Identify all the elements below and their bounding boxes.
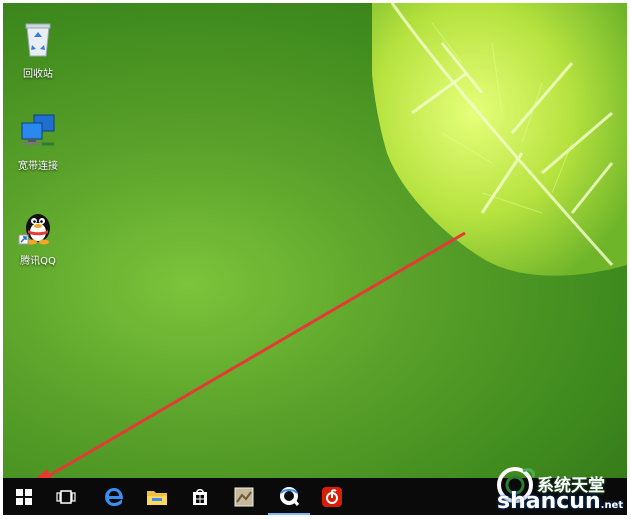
folder-icon xyxy=(147,490,167,505)
watermark: 系统天堂 shancun.net xyxy=(493,465,625,514)
qq-label: 腾讯QQ xyxy=(20,256,56,267)
edge-icon xyxy=(105,487,123,506)
store-bag-icon xyxy=(193,488,207,505)
recycle-bin-icon xyxy=(25,23,51,57)
broadband-label: 宽带连接 xyxy=(18,161,58,172)
qq-penguin-icon xyxy=(18,214,50,245)
desktop: 回收站 宽带连接 腾讯QQ 系统天堂 shancun.net xyxy=(3,3,627,515)
qq-browser-icon xyxy=(280,486,300,506)
edge-button[interactable] xyxy=(93,478,135,515)
task-view-icon xyxy=(56,489,76,504)
recycle-bin-label: 回收站 xyxy=(23,69,53,80)
start-button[interactable] xyxy=(3,478,45,515)
watermark-main-text: shancun.net xyxy=(497,489,623,514)
netease-music-button[interactable] xyxy=(311,478,353,515)
desktop-icon-recycle-bin[interactable]: 回收站 xyxy=(3,19,73,80)
network-connection-icon xyxy=(21,114,55,146)
desktop-icon-broadband[interactable]: 宽带连接 xyxy=(3,111,73,172)
desktop-icon-qq[interactable]: 腾讯QQ xyxy=(3,206,73,267)
wallpaper-leaf xyxy=(372,3,627,276)
store-button[interactable] xyxy=(179,478,221,515)
watermark-main: shancun xyxy=(497,489,601,514)
file-explorer-button[interactable] xyxy=(136,478,178,515)
windows-logo-icon xyxy=(16,488,32,505)
app-button[interactable] xyxy=(223,478,265,515)
app-thumbnail-icon xyxy=(234,487,254,506)
netease-music-icon xyxy=(322,486,342,507)
task-view-button[interactable] xyxy=(45,478,87,515)
watermark-suffix: .net xyxy=(600,500,624,511)
qq-browser-button[interactable] xyxy=(268,478,310,515)
